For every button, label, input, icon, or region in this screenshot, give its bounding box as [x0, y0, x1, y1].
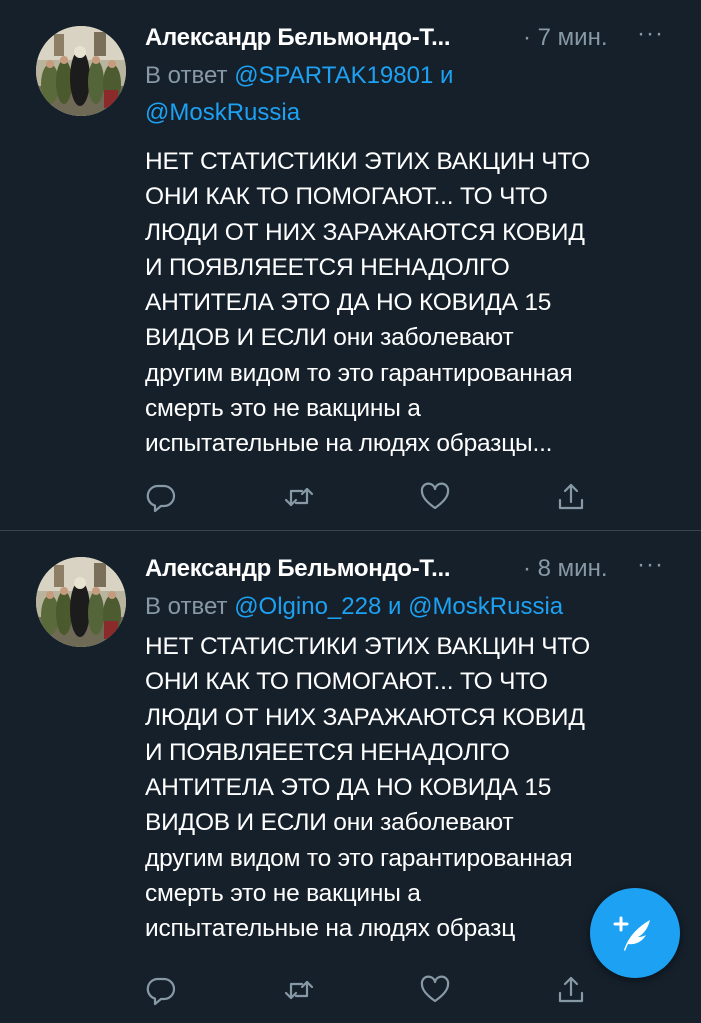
tweet-text-line: АНТИТЕЛА ЭТО ДА НО КОВИДА 15: [145, 289, 552, 317]
tweet-text-line: НЕТ СТАТИСТИКИ ЭТИХ ВАКЦИН ЧТО: [145, 633, 590, 660]
retweet-icon[interactable]: [283, 974, 315, 1006]
tweet-text-line: И ПОЯВЛЯЕЕТСЯ НЕНАДОЛГО: [145, 738, 510, 766]
tweet-text-line: НЕТ СТАТИСТИКИ ЭТИХ ВАКЦИН ЧТО: [145, 148, 590, 175]
reply-icon[interactable]: [145, 974, 177, 1006]
reply-prefix: В ответ: [145, 62, 228, 89]
reply-conjunction: и: [388, 593, 402, 620]
mention-link[interactable]: @SPARTAK19801: [234, 62, 433, 89]
share-icon[interactable]: [555, 974, 587, 1006]
tweet[interactable]: Александр Бельмондо-Т... · 7 мин. ··· В …: [0, 0, 701, 531]
tweet-text-line: ЛЮДИ ОТ НИХ ЗАРАЖАЮТСЯ КОВИД: [145, 218, 585, 246]
timestamp[interactable]: · 8 мин.: [523, 555, 608, 583]
tweet-text-line: другим видом то это гарантированная: [145, 844, 573, 872]
tweet-text-line: смерть это не вакцины а: [145, 395, 421, 423]
tweet-actions: [145, 481, 595, 513]
tweet-text-line: АНТИТЕЛА ЭТО ДА НО КОВИДА 15: [145, 774, 552, 802]
tweet-text: НЕТ СТАТИСТИКИ ЭТИХ ВАКЦИН ЧТО ОНИ КАК Т…: [145, 144, 680, 462]
avatar[interactable]: [36, 557, 126, 647]
reply-conjunction: и: [440, 62, 454, 89]
reply-context: В ответ @SPARTAK19801 и @MoskRussia: [145, 57, 665, 131]
author-name[interactable]: Александр Бельмондо-Т...: [145, 555, 450, 583]
tweet-text-line: ЛЮДИ ОТ НИХ ЗАРАЖАЮТСЯ КОВИД: [145, 703, 585, 731]
mention-link[interactable]: @MoskRussia: [145, 99, 300, 126]
tweet-text-line: ОНИ КАК ТО ПОМОГАЮТ... ТО ЧТО: [145, 183, 548, 211]
share-icon[interactable]: [555, 481, 587, 513]
author-name[interactable]: Александр Бельмондо-Т...: [145, 24, 450, 52]
tweet-text-line: другим видом то это гарантированная: [145, 359, 573, 387]
compose-tweet-button[interactable]: [590, 888, 680, 978]
tweet-actions: [145, 974, 595, 1006]
mention-link[interactable]: @MoskRussia: [408, 593, 563, 620]
timestamp[interactable]: · 7 мин.: [523, 24, 608, 52]
tweet-text-line: ОНИ КАК ТО ПОМОГАЮТ... ТО ЧТО: [145, 668, 548, 696]
tweet-text-line: ВИДОВ И ЕСЛИ они заболевают: [145, 809, 514, 837]
tweet-text-line: испытательные на людях образцы...: [145, 430, 553, 458]
like-icon[interactable]: [419, 974, 451, 1006]
retweet-icon[interactable]: [283, 481, 315, 513]
avatar[interactable]: [36, 26, 126, 116]
reply-prefix: В ответ: [145, 593, 228, 620]
tweet-text: НЕТ СТАТИСТИКИ ЭТИХ ВАКЦИН ЧТО ОНИ КАК Т…: [145, 629, 680, 947]
mention-link[interactable]: @Olgino_228: [234, 593, 381, 620]
avatar-image: [36, 26, 126, 116]
like-icon[interactable]: [419, 481, 451, 513]
avatar-image: [36, 557, 126, 647]
tweet-text-line: ВИДОВ И ЕСЛИ они заболевают: [145, 324, 514, 352]
more-options-icon[interactable]: ···: [637, 20, 664, 48]
reply-context: В ответ @Olgino_228 и @MoskRussia: [145, 588, 665, 625]
tweet-text-line: И ПОЯВЛЯЕЕТСЯ НЕНАДОЛГО: [145, 253, 510, 281]
more-options-icon[interactable]: ···: [637, 551, 664, 579]
tweet-header: Александр Бельмондо-Т... · 8 мин. ···: [145, 551, 685, 591]
compose-tweet-icon: [613, 916, 650, 951]
reply-icon[interactable]: [145, 481, 177, 513]
tweet-header: Александр Бельмондо-Т... · 7 мин. ···: [145, 20, 685, 60]
